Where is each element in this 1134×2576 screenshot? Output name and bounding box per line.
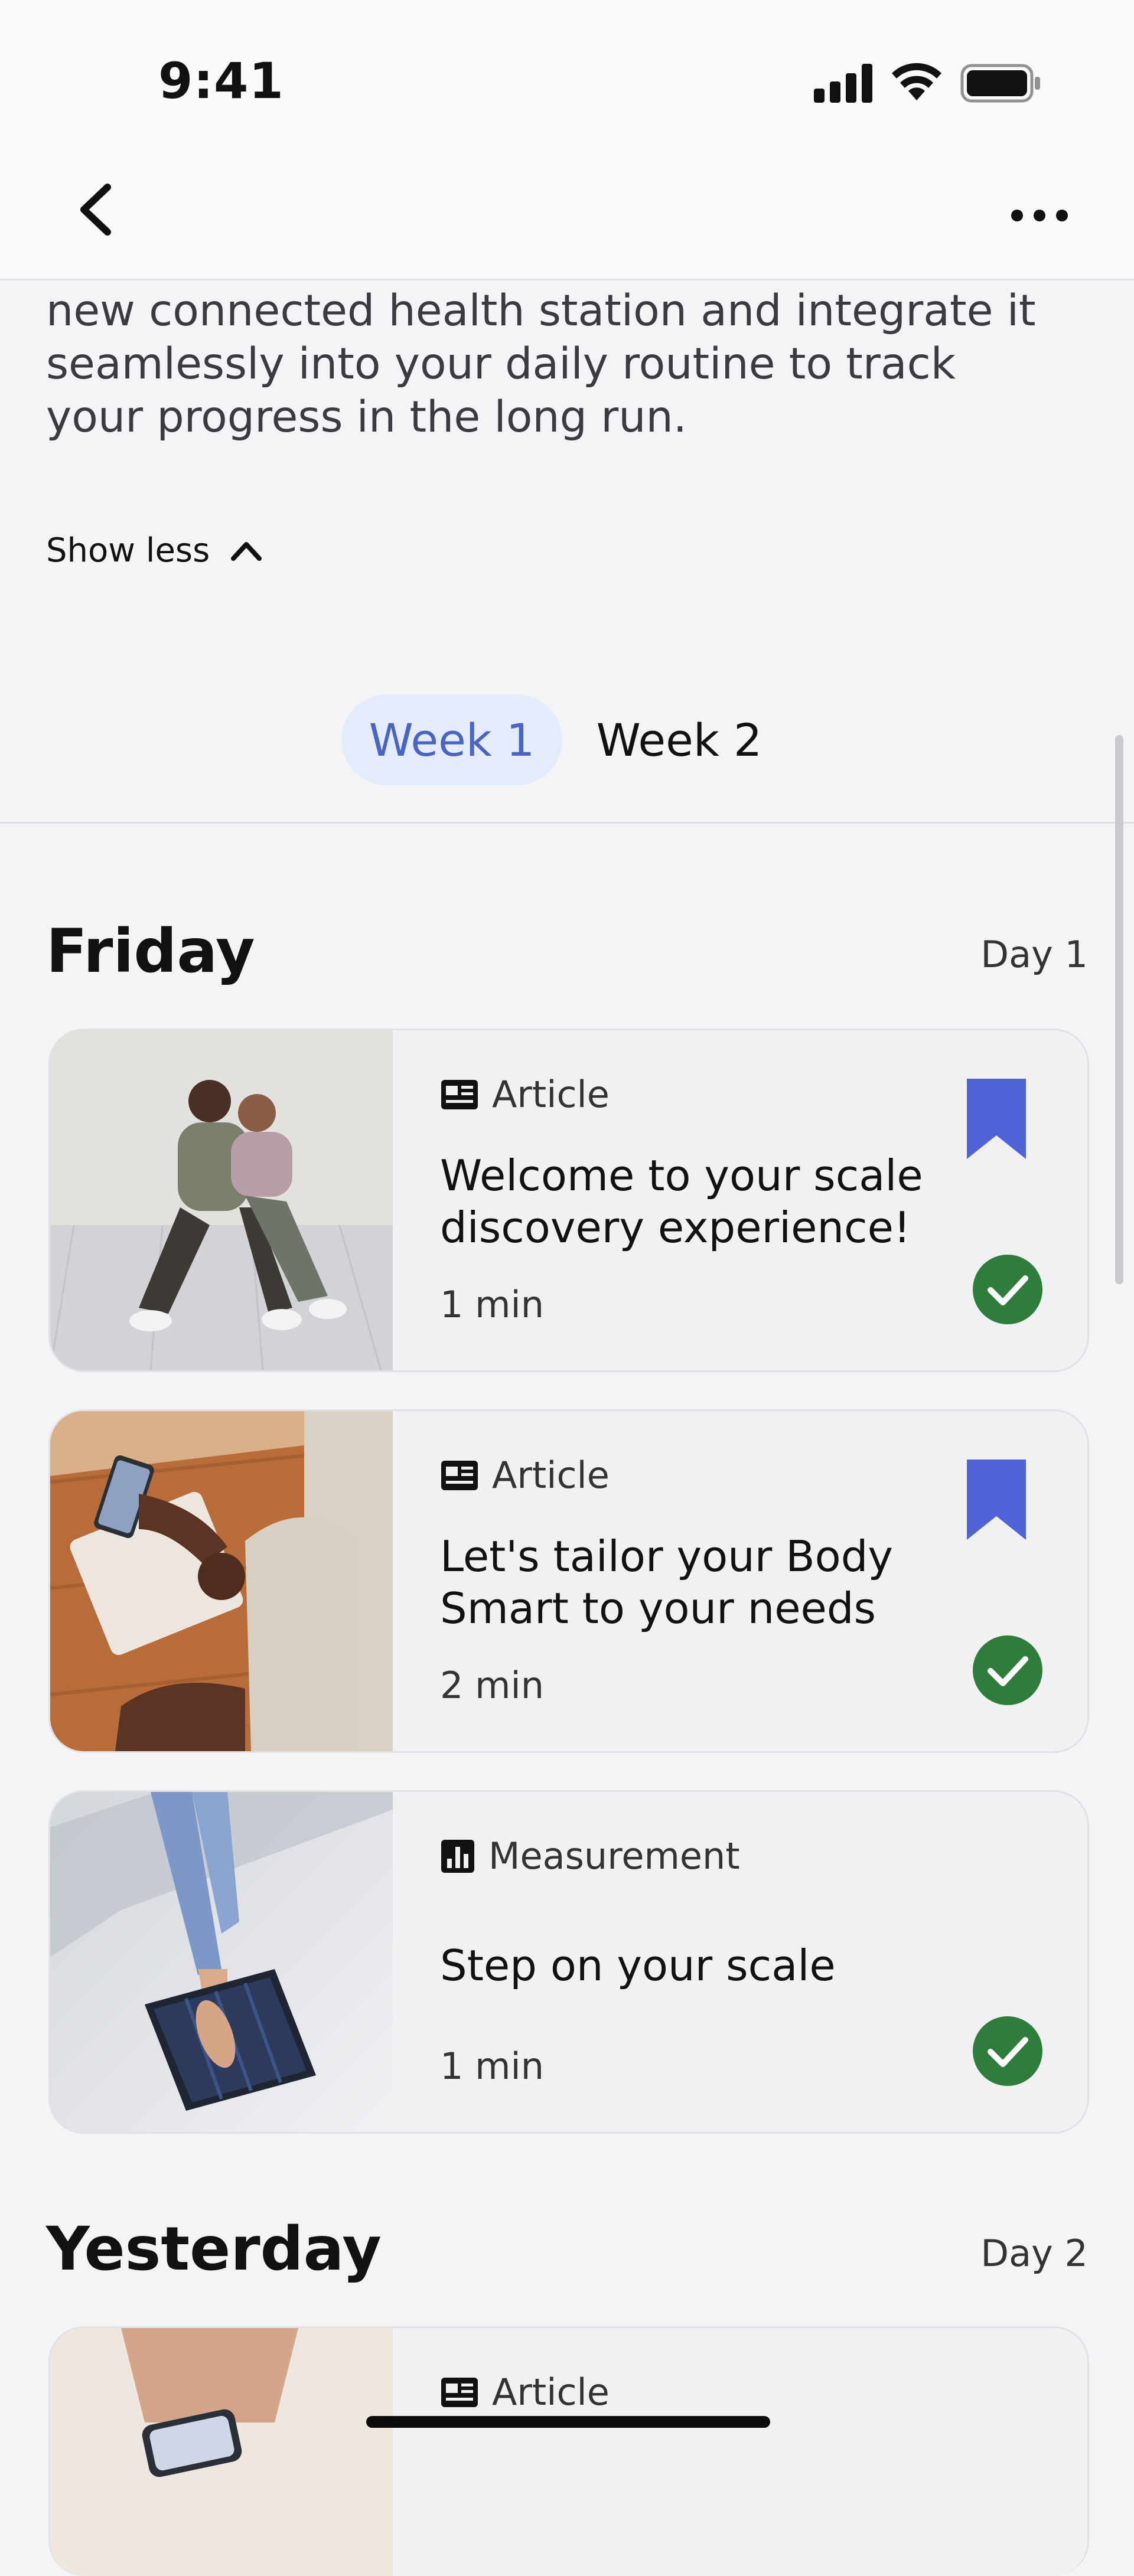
- bar-chart-icon: [441, 1839, 474, 1873]
- content-type-label: Measurement: [488, 1834, 740, 1878]
- read-duration: 2 min: [440, 1664, 545, 1707]
- tab-week-2[interactable]: Week 2: [585, 694, 774, 785]
- completed-check-icon: [973, 2016, 1042, 2086]
- card-title: Welcome to your scale discovery experien…: [440, 1151, 923, 1252]
- navigation-bar: [0, 154, 1134, 280]
- program-description: new connected health station and integra…: [46, 286, 1036, 442]
- divider: [0, 822, 1134, 824]
- day-label: Day 2: [980, 2232, 1088, 2275]
- article-icon: [441, 1460, 478, 1490]
- battery-icon: [960, 64, 1040, 103]
- show-less-button[interactable]: Show less: [46, 527, 263, 574]
- content-card-tailor[interactable]: Article Let's tailor your Body Smart to …: [48, 1409, 1089, 1753]
- content-card-partial[interactable]: Article: [48, 2326, 1089, 2576]
- content-card-welcome[interactable]: Article Welcome to your scale discovery …: [48, 1029, 1089, 1372]
- phone-in-hand-photo: [50, 2328, 393, 2576]
- article-icon: [441, 2377, 478, 2407]
- card-title: Let's tailor your Body Smart to your nee…: [440, 1532, 894, 1633]
- more-options-button[interactable]: [1004, 198, 1075, 233]
- home-indicator[interactable]: [366, 2416, 770, 2428]
- wifi-icon: [892, 63, 941, 100]
- chevron-up-icon: [231, 542, 262, 561]
- content-type-label: Article: [492, 2371, 610, 2414]
- show-less-label: Show less: [46, 531, 210, 570]
- content-type-label: Article: [492, 1073, 610, 1116]
- read-duration: 1 min: [440, 2045, 545, 2088]
- back-button[interactable]: [71, 180, 118, 239]
- bookmark-icon[interactable]: [967, 1460, 1026, 1540]
- read-duration: 1 min: [440, 1283, 545, 1326]
- tab-week-1[interactable]: Week 1: [341, 694, 562, 785]
- scale-setup-photo: [50, 1411, 393, 1751]
- content-type-label: Article: [492, 1454, 610, 1497]
- completed-check-icon: [973, 1635, 1042, 1705]
- content-card-step-on-scale[interactable]: Measurement Step on your scale 1 min: [48, 1790, 1089, 2134]
- bookmark-icon[interactable]: [967, 1079, 1026, 1159]
- status-time: 9:41: [158, 52, 284, 110]
- cellular-signal-icon: [814, 64, 872, 103]
- step-on-scale-photo: [50, 1792, 393, 2132]
- couple-photo: [50, 1030, 393, 1370]
- section-heading-friday: Friday: [46, 916, 255, 987]
- completed-check-icon: [973, 1255, 1042, 1324]
- article-icon: [441, 1079, 478, 1109]
- day-label: Day 1: [980, 933, 1088, 976]
- scrollbar[interactable]: [1115, 735, 1123, 1284]
- card-title: Step on your scale: [440, 1941, 836, 1990]
- section-heading-yesterday: Yesterday: [46, 2214, 382, 2284]
